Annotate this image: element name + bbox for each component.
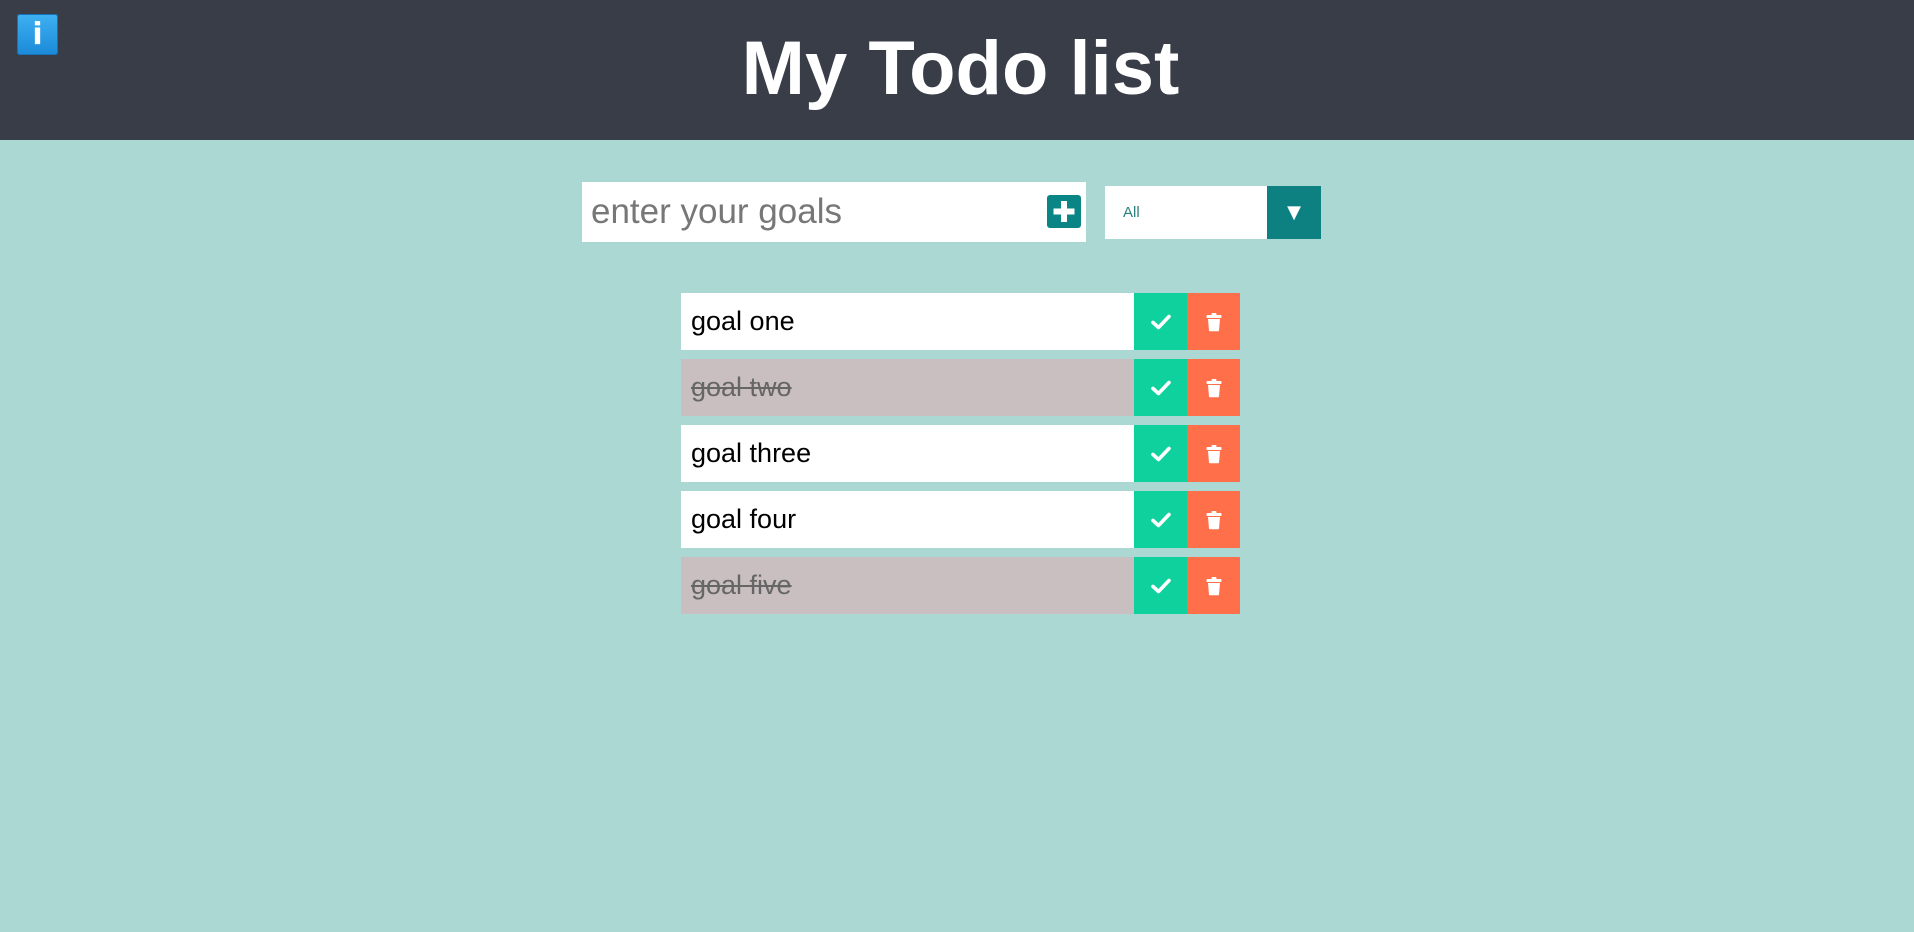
page-title: My Todo list bbox=[741, 26, 1180, 111]
delete-button[interactable] bbox=[1187, 359, 1240, 416]
complete-button[interactable] bbox=[1134, 425, 1187, 482]
trash-icon bbox=[1206, 378, 1221, 397]
todo-item: goal four bbox=[681, 491, 1240, 548]
todo-text: goal five bbox=[691, 570, 792, 600]
chevron-down-icon[interactable]: ▼ bbox=[1267, 186, 1321, 239]
check-icon bbox=[1150, 512, 1171, 527]
check-icon bbox=[1150, 446, 1171, 461]
complete-button[interactable] bbox=[1134, 293, 1187, 350]
trash-icon bbox=[1206, 312, 1221, 331]
todo-text: goal three bbox=[691, 438, 812, 468]
filter-select[interactable]: All ▼ bbox=[1105, 186, 1321, 239]
check-icon bbox=[1150, 380, 1171, 395]
todo-text: goal four bbox=[691, 504, 797, 534]
check-icon bbox=[1150, 314, 1171, 329]
delete-button[interactable] bbox=[1187, 425, 1240, 482]
delete-button[interactable] bbox=[1187, 293, 1240, 350]
todo-text: goal one bbox=[691, 306, 795, 336]
complete-button[interactable] bbox=[1134, 557, 1187, 614]
todo-text: goal two bbox=[691, 372, 792, 402]
trash-icon bbox=[1206, 510, 1221, 529]
complete-button[interactable] bbox=[1134, 359, 1187, 416]
trash-icon bbox=[1206, 444, 1221, 463]
app-header: i My Todo list bbox=[0, 0, 1914, 140]
todo-item: goal three bbox=[681, 425, 1240, 482]
delete-button[interactable] bbox=[1187, 557, 1240, 614]
filter-selected-value: All bbox=[1123, 204, 1140, 221]
delete-button[interactable] bbox=[1187, 491, 1240, 548]
todo-item: goal five bbox=[681, 557, 1240, 614]
todo-item: goal two bbox=[681, 359, 1240, 416]
complete-button[interactable] bbox=[1134, 491, 1187, 548]
goal-input[interactable] bbox=[582, 182, 1022, 242]
trash-icon bbox=[1206, 576, 1221, 595]
plus-square-icon bbox=[1053, 201, 1075, 222]
add-goal-form bbox=[582, 182, 1086, 242]
todo-item: goal one bbox=[681, 293, 1240, 350]
add-goal-button[interactable] bbox=[1047, 195, 1081, 228]
check-icon bbox=[1150, 578, 1171, 593]
todo-list: goal one goal two goal three goal four goal … bbox=[681, 293, 1241, 623]
